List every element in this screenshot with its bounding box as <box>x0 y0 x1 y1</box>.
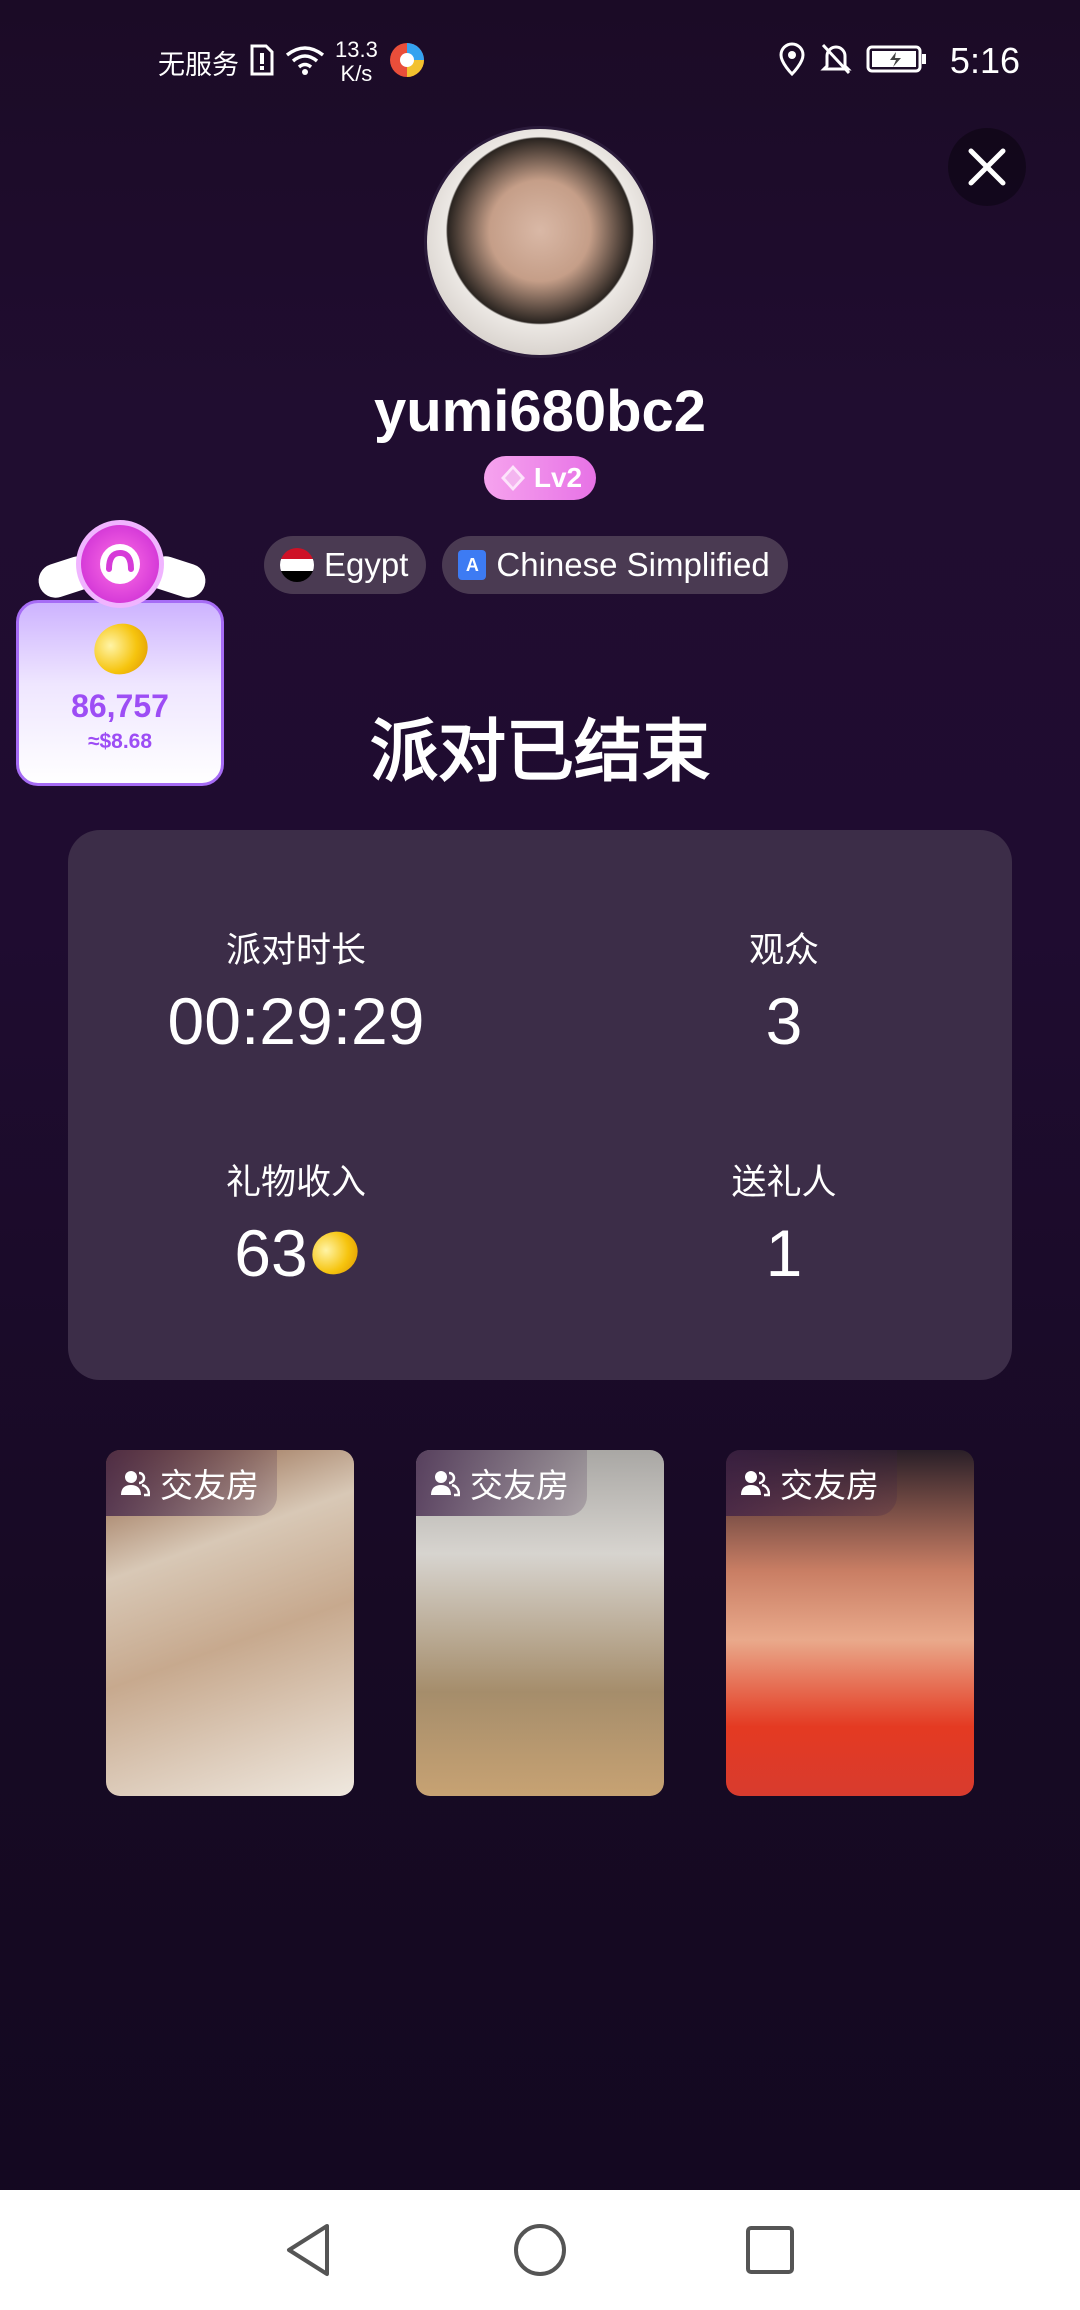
users-icon <box>431 1471 460 1497</box>
users-icon <box>121 1471 150 1497</box>
status-bar: 无服务 13.3 K/s 5:16 <box>0 0 1080 120</box>
users-icon <box>741 1471 770 1497</box>
username: yumi680bc2 <box>373 379 707 444</box>
clock: 5:16 <box>949 40 1020 81</box>
country-tag: Egypt <box>264 536 427 594</box>
wifi-icon <box>285 45 325 80</box>
back-button[interactable] <box>274 2216 342 2284</box>
location-icon <box>778 41 806 81</box>
net-speed-value: 13.3 <box>335 37 378 62</box>
gifters-label: 送礼人 <box>731 1163 837 1203</box>
app-notification-icon <box>388 41 426 84</box>
mascot-icon <box>76 520 164 608</box>
room-type-text: 交友房 <box>160 1466 259 1505</box>
room-label: 交友房 <box>726 1450 897 1516</box>
level-badge: Lv2 <box>484 456 596 500</box>
net-speed-unit: K/s <box>340 61 373 86</box>
sim-icon <box>249 44 275 81</box>
host-avatar[interactable] <box>424 126 656 358</box>
stat-duration: 派对时长 00:29:29 <box>96 922 496 1059</box>
back-icon <box>287 2224 329 2276</box>
diamond-icon <box>500 465 525 491</box>
audience-label: 观众 <box>748 931 819 971</box>
recents-button[interactable] <box>736 2216 804 2284</box>
room-card[interactable]: 交友房 <box>416 1450 664 1796</box>
room-label: 交友房 <box>416 1450 587 1516</box>
country-text: Egypt <box>324 546 409 583</box>
home-button[interactable] <box>506 2216 574 2284</box>
egypt-flag-icon <box>280 548 314 582</box>
gifters-value: 1 <box>765 1216 803 1290</box>
coin-icon <box>304 1224 365 1282</box>
close-button[interactable] <box>948 128 1026 206</box>
stat-gifters: 送礼人 1 <box>584 1154 984 1291</box>
language-tag: A Chinese Simplified <box>442 536 788 594</box>
close-icon <box>968 148 1006 186</box>
system-nav-bar <box>0 2190 1080 2310</box>
stat-gift-income: 礼物收入 63 <box>96 1154 496 1291</box>
room-label: 交友房 <box>106 1450 277 1516</box>
room-card[interactable]: 交友房 <box>726 1450 974 1796</box>
translate-icon: A <box>458 550 487 580</box>
gift-income-value: 63 <box>234 1216 308 1290</box>
muted-bell-icon <box>820 42 852 81</box>
level-text: Lv2 <box>533 462 583 493</box>
recents-icon <box>746 2226 794 2274</box>
profile-tags: Egypt A Chinese Simplified <box>264 536 788 594</box>
room-card[interactable]: 交友房 <box>106 1450 354 1796</box>
audience-value: 3 <box>765 984 803 1058</box>
battery-icon <box>866 44 928 79</box>
network-speed: 13.3 K/s <box>335 38 378 86</box>
gift-income-label: 礼物收入 <box>225 1163 366 1203</box>
duration-label: 派对时长 <box>225 931 366 971</box>
recommended-rooms: 交友房 交友房 交友房 <box>106 1450 974 1796</box>
home-icon <box>514 2224 566 2276</box>
duration-value: 00:29:29 <box>167 984 425 1058</box>
carrier-text: 无服务 <box>158 49 239 81</box>
language-text: Chinese Simplified <box>496 546 770 583</box>
stat-audience: 观众 3 <box>584 922 984 1059</box>
room-type-text: 交友房 <box>780 1466 879 1505</box>
party-stats-card: 派对时长 00:29:29 观众 3 礼物收入 63 送礼人 1 <box>68 830 1012 1380</box>
party-ended-title: 派对已结束 <box>369 713 710 792</box>
room-type-text: 交友房 <box>470 1466 569 1505</box>
